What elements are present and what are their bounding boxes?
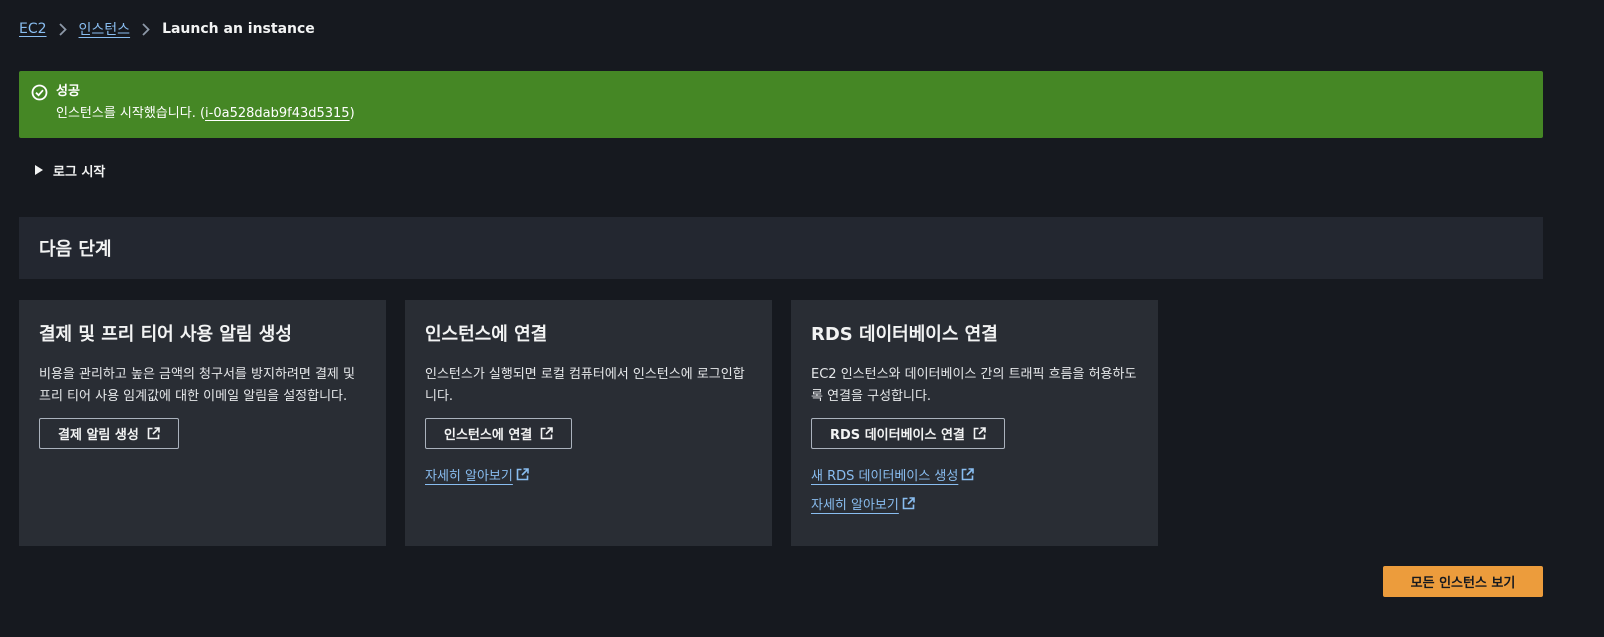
link-label: 자세히 알아보기 xyxy=(425,469,513,484)
external-link-icon xyxy=(902,497,915,510)
flash-message-suffix: ) xyxy=(349,106,355,121)
button-label: RDS 데이터베이스 연결 xyxy=(830,428,965,443)
breadcrumb-current: Launch an instance xyxy=(162,21,315,37)
breadcrumb: EC2 인스턴스 Launch an instance xyxy=(19,20,315,38)
breadcrumb-ec2-link[interactable]: EC2 xyxy=(19,21,47,37)
success-flash-banner: 성공 인스턴스를 시작했습니다. (i-0a528dab9f43d5315) xyxy=(19,71,1543,138)
create-billing-alert-button[interactable]: 결제 알림 생성 xyxy=(39,418,179,449)
check-circle-icon xyxy=(31,84,48,101)
button-label: 인스턴스에 연결 xyxy=(444,428,533,443)
external-link-icon xyxy=(147,427,160,440)
card-title: 인스턴스에 연결 xyxy=(425,324,548,345)
button-label: 결제 알림 생성 xyxy=(58,428,139,443)
external-link-icon xyxy=(516,468,529,481)
card-description: 비용을 관리하고 높은 금액의 청구서를 방지하려면 결제 및 프리 티어 사용… xyxy=(39,367,355,404)
launch-log-expander[interactable]: 로그 시작 xyxy=(35,160,105,180)
flash-text: 성공 인스턴스를 시작했습니다. (i-0a528dab9f43d5315) xyxy=(56,84,355,122)
connect-instance-card: 인스턴스에 연결 인스턴스가 실행되면 로컬 컴퓨터에서 인스턴스에 로그인합니… xyxy=(405,300,772,546)
breadcrumb-instances-link[interactable]: 인스턴스 xyxy=(79,19,131,39)
external-link-icon xyxy=(973,427,986,440)
next-steps-header: 다음 단계 xyxy=(19,217,1543,279)
external-link-icon xyxy=(962,468,975,481)
create-rds-database-link[interactable]: 새 RDS 데이터베이스 생성 xyxy=(811,465,975,484)
card-description: 인스턴스가 실행되면 로컬 컴퓨터에서 인스턴스에 로그인합니다. xyxy=(425,367,745,404)
flash-message-prefix: 인스턴스를 시작했습니다. ( xyxy=(56,106,206,121)
instance-id-link[interactable]: i-0a528dab9f43d5315 xyxy=(205,106,350,121)
card-title: 결제 및 프리 티어 사용 알림 생성 xyxy=(39,324,292,345)
learn-more-link[interactable]: 자세히 알아보기 xyxy=(811,494,915,513)
caret-right-icon xyxy=(35,165,43,175)
flash-title: 성공 xyxy=(56,84,80,99)
flash-message: 인스턴스를 시작했습니다. (i-0a528dab9f43d5315) xyxy=(56,106,355,122)
chevron-right-icon xyxy=(130,20,162,38)
learn-more-link[interactable]: 자세히 알아보기 xyxy=(425,465,529,484)
external-link-icon xyxy=(540,427,554,440)
rds-connect-card: RDS 데이터베이스 연결 EC2 인스턴스와 데이터베이스 간의 트래픽 흐름… xyxy=(791,300,1158,546)
link-label: 자세히 알아보기 xyxy=(811,498,899,513)
launch-log-label: 로그 시작 xyxy=(53,164,106,180)
view-all-instances-button[interactable]: 모든 인스턴스 보기 xyxy=(1383,566,1543,597)
chevron-right-icon xyxy=(47,20,79,38)
connect-instance-button[interactable]: 인스턴스에 연결 xyxy=(425,418,573,449)
card-title: RDS 데이터베이스 연결 xyxy=(811,324,998,345)
next-steps-title: 다음 단계 xyxy=(39,239,112,260)
card-description: EC2 인스턴스와 데이터베이스 간의 트래픽 흐름을 허용하도록 연결을 구성… xyxy=(811,367,1137,404)
connect-rds-button[interactable]: RDS 데이터베이스 연결 xyxy=(811,418,1005,449)
link-label: 새 RDS 데이터베이스 생성 xyxy=(811,469,959,484)
billing-alert-card: 결제 및 프리 티어 사용 알림 생성 비용을 관리하고 높은 금액의 청구서를… xyxy=(19,300,386,546)
